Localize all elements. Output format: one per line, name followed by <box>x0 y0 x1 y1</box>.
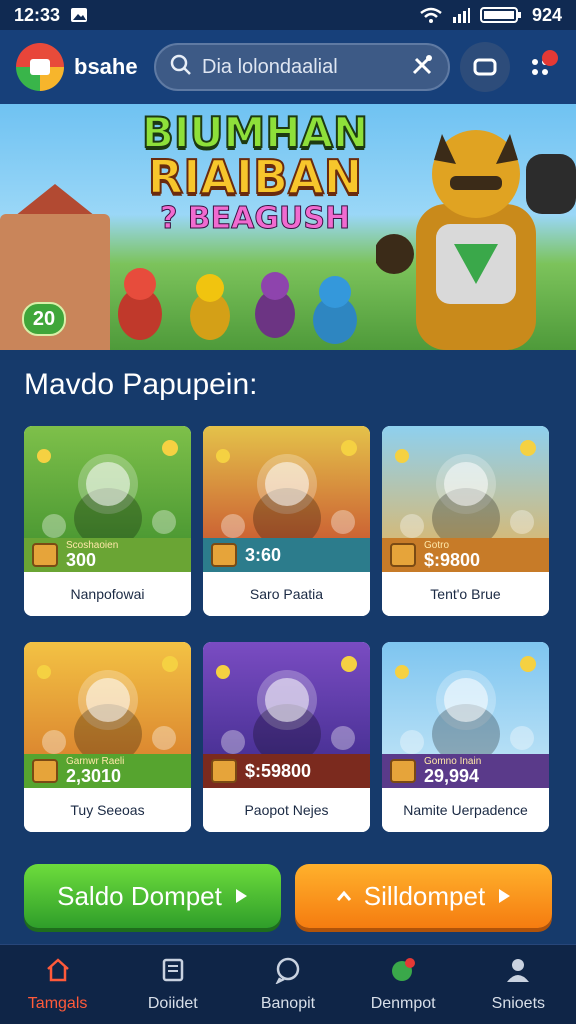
nav-label: Doiidet <box>147 995 198 1012</box>
game-price: $:59800 <box>245 761 312 781</box>
game-price: 29,994 <box>424 766 480 786</box>
game-name: Paopot Nejes <box>203 788 370 832</box>
game-name: Namite Uerpadence <box>382 788 549 832</box>
menu-button[interactable] <box>520 42 560 92</box>
game-name: Tuy Seeoas <box>24 788 191 832</box>
game-card[interactable]: Garnwr Raeli 2,3010 Tuy Seeoas <box>24 642 191 832</box>
nav-item-document[interactable]: Doiidet <box>123 956 223 1013</box>
nav-item-chat[interactable]: Banopit <box>238 956 338 1013</box>
search-bar[interactable]: Dia lolondaalial <box>154 43 450 91</box>
action-buttons: Saldo Dompet Silldompet <box>24 864 552 928</box>
banner-badge: 20 <box>22 302 66 336</box>
treasure-chest-icon <box>390 543 416 567</box>
banner-title-line2: RIAIBAN <box>147 150 363 204</box>
status-time: 12:33 <box>14 4 61 25</box>
section-title: Mavdo Papupein: <box>24 368 258 401</box>
treasure-chest-icon <box>32 759 58 783</box>
tools-icon[interactable] <box>410 53 434 82</box>
nav-label: Denmpot <box>370 995 436 1012</box>
price-row: Gomno Inain 29,994 <box>382 754 549 788</box>
game-grid: Scoshaoien300Nanpofowai IMAUNNSABI3:60Sa… <box>24 426 552 836</box>
notification-badge <box>542 50 558 66</box>
nav-item-wallet[interactable]: Denmpot <box>353 956 453 1013</box>
battery-level: 924 <box>531 4 562 25</box>
profile-icon <box>504 956 532 989</box>
game-card[interactable]: Gotro $:9800 Tent'o Brue <box>382 426 549 616</box>
game-price: 3:60 <box>245 545 282 565</box>
app-header: bsahe Dia lolondaalial <box>0 30 576 104</box>
nav-item-profile[interactable]: Snioets <box>468 956 568 1013</box>
bottom-navigation: Tamgals Doiidet Banopit Denmpot Snioets <box>0 944 576 1024</box>
signal-icon <box>452 7 470 23</box>
price-row: $:59800 <box>203 754 370 788</box>
search-input[interactable]: Dia lolondaalial <box>202 56 400 79</box>
game-price: $:9800 <box>424 550 481 570</box>
game-card[interactable]: IMAUNNSABI3:60Saro Paatia <box>203 426 370 616</box>
app-logo[interactable] <box>16 43 64 91</box>
brand-name: bsahe <box>74 54 138 79</box>
price-row: Scoshaoien 300 <box>24 538 191 572</box>
treasure-chest-icon <box>390 759 416 783</box>
play-arrow-icon <box>235 889 247 903</box>
treasure-chest-icon <box>211 543 237 567</box>
hero-robot-illustration <box>376 130 576 350</box>
game-card[interactable]: Scoshaoien 300 Nanpofowai <box>24 426 191 616</box>
saldo-dompet-label: Saldo Dompet <box>57 880 222 911</box>
wallet-icon <box>389 956 417 989</box>
silldompet-label: Silldompet <box>363 880 486 911</box>
game-price: 2,3010 <box>66 766 122 786</box>
image-notification-icon <box>70 7 88 23</box>
search-icon <box>170 54 192 81</box>
game-name: Saro Paatia <box>203 572 370 616</box>
wifi-icon <box>420 7 442 23</box>
saldo-dompet-button[interactable]: Saldo Dompet <box>24 864 281 928</box>
battery-icon <box>479 6 522 24</box>
banner-title-line3: ? BEAGUSH <box>159 201 351 236</box>
treasure-chest-icon <box>211 759 237 783</box>
game-price: 300 <box>66 550 97 570</box>
nav-item-home[interactable]: Tamgals <box>8 956 108 1013</box>
banner-title-line1: BIUMHAN <box>141 108 369 157</box>
promo-banner[interactable]: BIUMHAN RIAIBAN ? BEAGUSH 20 <box>0 104 576 350</box>
characters-illustration <box>118 268 357 344</box>
game-card[interactable]: Gomno Inain 29,994 Namite Uerpadence <box>382 642 549 832</box>
document-icon <box>159 956 187 989</box>
screen-button[interactable] <box>460 42 510 92</box>
play-arrow-icon <box>499 889 511 903</box>
price-row: Garnwr Raeli 2,3010 <box>24 754 191 788</box>
game-name: Tent'o Brue <box>382 572 549 616</box>
game-name: Nanpofowai <box>24 572 191 616</box>
treasure-chest-icon <box>32 543 58 567</box>
price-row: Gotro $:9800 <box>382 538 549 572</box>
banner-title: BIUMHAN RIAIBAN ? BEAGUSH <box>110 108 400 236</box>
nav-label: Tamgals <box>27 995 88 1012</box>
silldompet-button[interactable]: Silldompet <box>295 864 552 928</box>
home-icon <box>44 956 72 989</box>
status-bar: 12:33 924 <box>0 0 576 30</box>
screen-icon <box>473 58 497 76</box>
game-card[interactable]: $:59800 Paopot Nejes <box>203 642 370 832</box>
chat-icon <box>274 956 302 989</box>
nav-label: Snioets <box>491 995 546 1012</box>
chevron-up-icon <box>336 890 351 901</box>
price-row: 3:60 <box>203 538 370 572</box>
nav-label: Banopit <box>260 995 316 1012</box>
